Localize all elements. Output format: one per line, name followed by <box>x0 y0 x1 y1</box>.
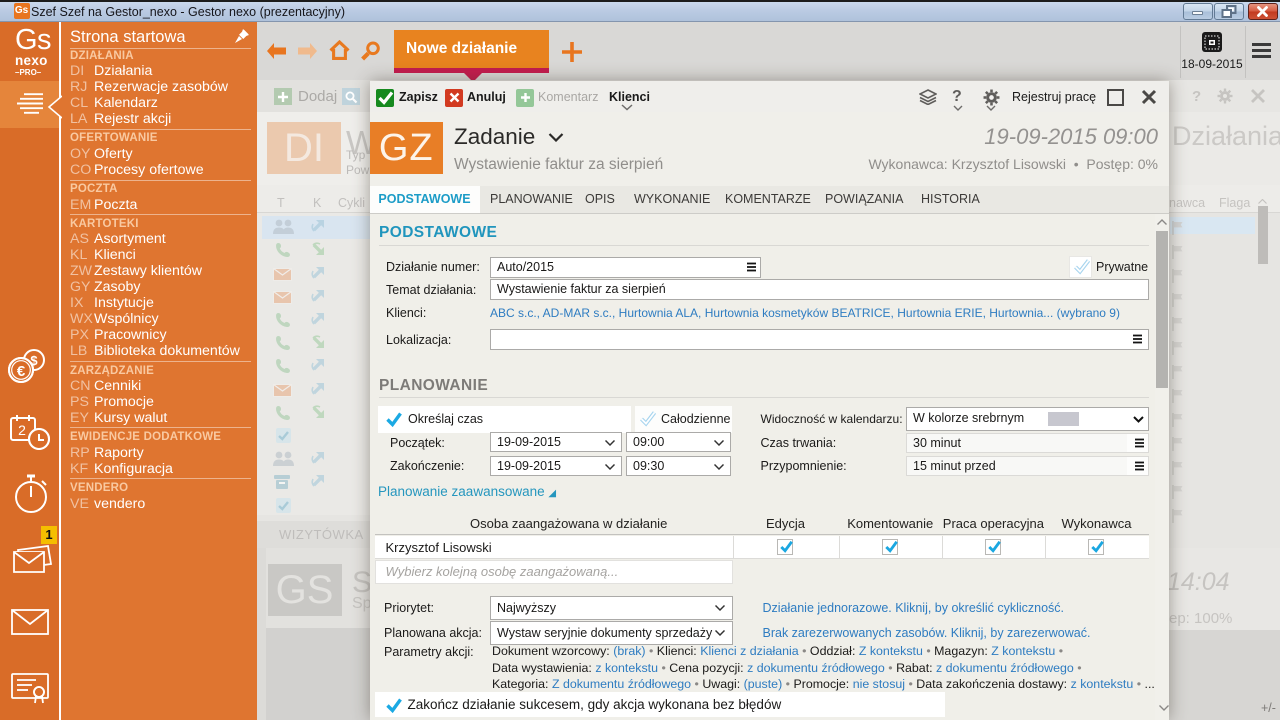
svg-text:€: € <box>17 363 26 380</box>
svg-text:2: 2 <box>18 422 26 438</box>
